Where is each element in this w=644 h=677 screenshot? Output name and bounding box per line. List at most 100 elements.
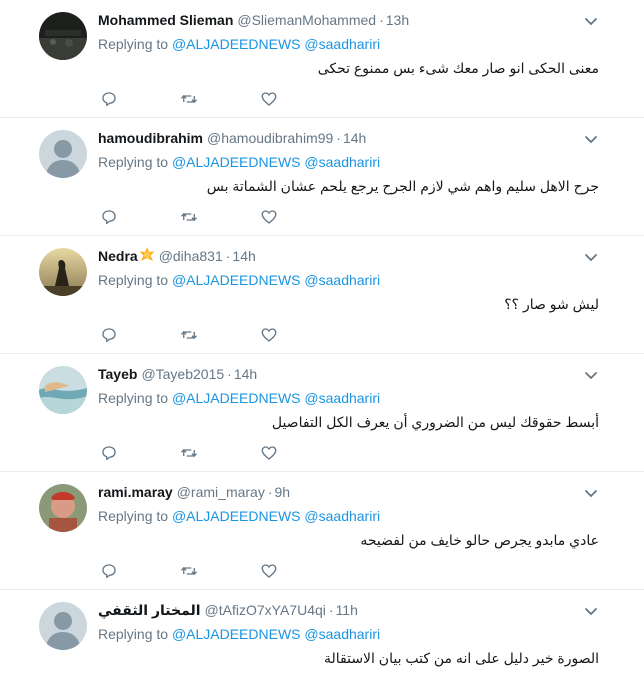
timestamp[interactable]: 14h [343, 130, 366, 146]
tweet-text: جرح الاهل سليم واهم شي لازم الجرح يرجع ي… [206, 178, 599, 194]
tweet-item[interactable]: Tayeb @Tayeb2015 · 14h Replying to @ALJADEED… [0, 354, 644, 472]
tweet-text: الصورة خير دليل على انه من كتب بيان الاس… [323, 650, 599, 666]
display-name[interactable]: rami.maray [98, 484, 173, 500]
tweet-actions [0, 562, 644, 582]
mention-link[interactable]: @saadhariri [304, 36, 380, 52]
user-handle[interactable]: @SliemanMohammed [237, 12, 376, 28]
timestamp[interactable]: 13h [386, 12, 409, 28]
chevron-down-icon[interactable] [583, 603, 599, 619]
chevron-down-icon[interactable] [583, 13, 599, 29]
retweet-icon[interactable] [180, 90, 198, 108]
user-handle[interactable]: @tAfizO7xYA7U4qi [205, 602, 326, 618]
chevron-down-icon[interactable] [583, 131, 599, 147]
display-name[interactable]: Mohammed Slieman [98, 12, 233, 28]
avatar[interactable] [39, 248, 87, 296]
timestamp[interactable]: 11h [336, 602, 358, 618]
mention-link[interactable]: @saadhariri [304, 390, 380, 406]
avatar[interactable] [39, 12, 87, 60]
reply-icon[interactable] [100, 326, 118, 344]
mention-link[interactable]: @ALJADEEDNEWS [172, 36, 301, 52]
mention-link[interactable]: @ALJADEEDNEWS [172, 508, 301, 524]
heart-icon[interactable] [260, 326, 278, 344]
mention-link[interactable]: @saadhariri [304, 626, 380, 642]
mention-link[interactable]: @ALJADEEDNEWS [172, 626, 301, 642]
tweet-header: hamoudibrahim @hamoudibrahim99 · 14h [98, 128, 366, 148]
heart-icon[interactable] [260, 444, 278, 462]
tweet-item[interactable]: Mohammed Slieman @SliemanMohammed · 13h Repl… [0, 0, 644, 118]
chevron-down-icon[interactable] [583, 485, 599, 501]
display-name[interactable]: hamoudibrahim [98, 130, 203, 146]
separator-dot: · [336, 130, 341, 146]
chevron-down-icon[interactable] [583, 249, 599, 265]
retweet-icon[interactable] [180, 208, 198, 226]
reply-icon[interactable] [100, 562, 118, 580]
mention-link[interactable]: @saadhariri [304, 508, 380, 524]
mention-link[interactable]: @saadhariri [304, 154, 380, 170]
replying-to-line: Replying to @ALJADEEDNEWS @saadhariri [98, 388, 380, 408]
reply-icon[interactable] [100, 444, 118, 462]
retweet-icon[interactable] [180, 444, 198, 462]
display-name[interactable]: Nedra [98, 248, 138, 264]
replying-to-label: Replying to [98, 272, 169, 288]
separator-dot: · [225, 248, 231, 264]
heart-icon[interactable] [260, 562, 278, 580]
avatar[interactable] [39, 130, 87, 178]
retweet-icon[interactable] [180, 562, 198, 580]
tweet-actions [0, 444, 644, 464]
user-handle[interactable]: @hamoudibrahim99 [207, 130, 333, 146]
replying-to-label: Replying to [98, 390, 169, 406]
tweet-text: ليش شو صار ؟؟ [504, 296, 599, 312]
tweet-item[interactable]: rami.maray @rami_maray · 9h Replying to @ALJ… [0, 472, 644, 590]
avatar[interactable] [39, 484, 87, 532]
heart-icon[interactable] [260, 208, 278, 226]
display-name[interactable]: Tayeb [98, 366, 137, 382]
tweet-item[interactable]: المختار الثقفي @tAfizO7xYA7U4qi · 11h Replyi… [0, 590, 644, 677]
replying-to-line: Replying to @ALJADEEDNEWS @saadhariri [98, 270, 380, 290]
replies-feed: Mohammed Slieman @SliemanMohammed · 13h Repl… [0, 0, 644, 677]
sun-emoji-icon [139, 247, 155, 263]
tweet-text: عادي مابدو يجرص حالو خايف من لفضيحه [360, 532, 599, 548]
replying-to-line: Replying to @ALJADEEDNEWS @saadhariri [98, 152, 380, 172]
tweet-actions [0, 90, 644, 110]
reply-icon[interactable] [100, 208, 118, 226]
replying-to-line: Replying to @ALJADEEDNEWS @saadhariri [98, 506, 380, 526]
separator-dot: · [328, 602, 334, 618]
mention-link[interactable]: @ALJADEEDNEWS [172, 390, 301, 406]
tweet-actions [0, 326, 644, 346]
tweet-header: Tayeb @Tayeb2015 · 14h [98, 364, 257, 384]
replying-to-label: Replying to [98, 36, 169, 52]
tweet-text: معنى الحكى انو صار معك شىء بس ممنوع تحكى [317, 60, 599, 76]
replying-to-label: Replying to [98, 154, 169, 170]
replying-to-label: Replying to [98, 626, 169, 642]
replying-to-label: Replying to [98, 508, 169, 524]
avatar[interactable] [39, 602, 87, 650]
heart-icon[interactable] [260, 90, 278, 108]
tweet-header: rami.maray @rami_maray · 9h [98, 482, 290, 502]
separator-dot: · [379, 12, 384, 28]
tweet-item[interactable]: hamoudibrahim @hamoudibrahim99 · 14h Replyin… [0, 118, 644, 236]
display-name[interactable]: المختار الثقفي [98, 602, 201, 618]
tweet-header: Nedra @diha831 · 14h [98, 246, 256, 266]
user-handle[interactable]: @diha831 [159, 248, 223, 264]
separator-dot: · [227, 366, 232, 382]
avatar[interactable] [39, 366, 87, 414]
tweet-header: المختار الثقفي @tAfizO7xYA7U4qi · 11h [98, 600, 358, 620]
tweet-header: Mohammed Slieman @SliemanMohammed · 13h [98, 10, 409, 30]
mention-link[interactable]: @saadhariri [304, 272, 380, 288]
mention-link[interactable]: @ALJADEEDNEWS [172, 272, 301, 288]
chevron-down-icon[interactable] [583, 367, 599, 383]
separator-dot: · [267, 484, 273, 500]
tweet-item[interactable]: Nedra @diha831 · 14h Replying to @ALJADEEDNE… [0, 236, 644, 354]
tweet-actions [0, 208, 644, 228]
replying-to-line: Replying to @ALJADEEDNEWS @saadhariri [98, 34, 380, 54]
tweet-text: أبسط حقوقك ليس من الضروري أن يعرف الكل ا… [271, 414, 599, 430]
retweet-icon[interactable] [180, 326, 198, 344]
mention-link[interactable]: @ALJADEEDNEWS [172, 154, 301, 170]
user-handle[interactable]: @rami_maray [177, 484, 265, 500]
timestamp[interactable]: 9h [275, 484, 291, 500]
reply-icon[interactable] [100, 90, 118, 108]
replying-to-line: Replying to @ALJADEEDNEWS @saadhariri [98, 624, 380, 644]
timestamp[interactable]: 14h [232, 248, 255, 264]
user-handle[interactable]: @Tayeb2015 [141, 366, 224, 382]
timestamp[interactable]: 14h [234, 366, 257, 382]
